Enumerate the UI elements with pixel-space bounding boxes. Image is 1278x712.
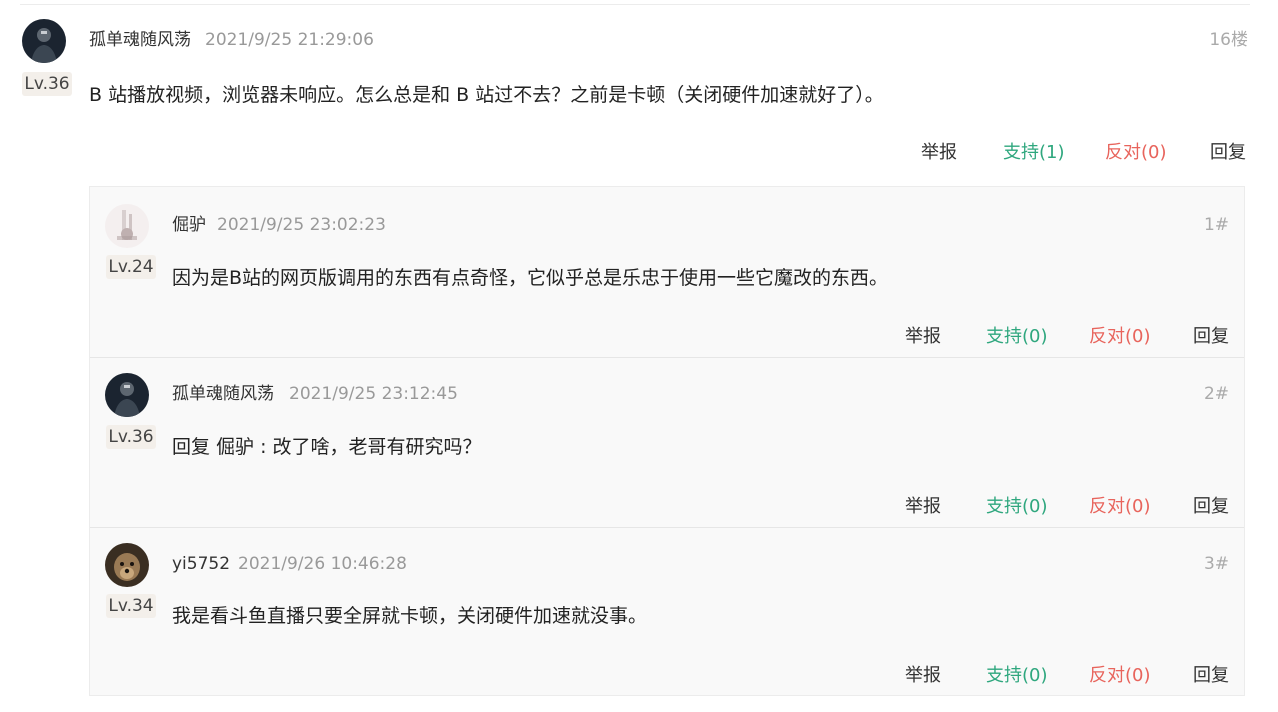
post-timestamp: 2021/9/25 23:02:23 (217, 215, 386, 235)
username[interactable]: 倔驴 (172, 213, 206, 237)
post-timestamp: 2021/9/25 21:29:06 (205, 30, 374, 50)
oppose-button[interactable]: 反对(0) (1105, 141, 1167, 165)
floor-number: 2# (1203, 384, 1229, 404)
reply-divider (90, 357, 1244, 358)
post-content: 因为是B站的网页版调用的东西有点奇怪，它似乎总是乐忠于使用一些它魔改的东西。 (172, 267, 889, 289)
post-content: 我是看斗鱼直播只要全屏就卡顿，关闭硬件加速就没事。 (172, 605, 648, 627)
reply-button[interactable]: 回复 (1193, 325, 1229, 349)
floor-number: 3# (1203, 554, 1229, 574)
level-badge: Lv.36 (22, 72, 72, 96)
avatar[interactable] (22, 19, 66, 63)
oppose-button[interactable]: 反对(0) (1089, 495, 1151, 519)
top-divider (20, 4, 1250, 5)
support-button[interactable]: 支持(1) (1003, 141, 1065, 165)
username[interactable]: 孤单魂随风荡 (89, 28, 191, 52)
floor-number: 1# (1203, 215, 1229, 235)
reply-button[interactable]: 回复 (1193, 495, 1229, 519)
avatar[interactable] (105, 543, 149, 587)
support-button[interactable]: 支持(0) (986, 325, 1048, 349)
level-badge: Lv.24 (106, 255, 156, 279)
support-button[interactable]: 支持(0) (986, 495, 1048, 519)
floor-number: 16楼 (1209, 30, 1248, 50)
report-button[interactable]: 举报 (905, 325, 941, 349)
avatar[interactable] (105, 373, 149, 417)
post-content: 回复 倔驴 : 改了啥，老哥有研究吗？ (172, 436, 482, 458)
username[interactable]: 孤单魂随风荡 (172, 382, 274, 406)
reply-button[interactable]: 回复 (1210, 141, 1246, 165)
report-button[interactable]: 举报 (921, 141, 957, 165)
report-button[interactable]: 举报 (905, 664, 941, 688)
post-content: B 站播放视频，浏览器未响应。怎么总是和 B 站过不去？之前是卡顿（关闭硬件加速… (89, 84, 884, 106)
oppose-button[interactable]: 反对(0) (1089, 325, 1151, 349)
reply-button[interactable]: 回复 (1193, 664, 1229, 688)
level-badge: Lv.36 (106, 425, 156, 449)
username[interactable]: yi5752 (172, 552, 230, 576)
post-timestamp: 2021/9/25 23:12:45 (289, 384, 458, 404)
reply-divider (90, 527, 1244, 528)
oppose-button[interactable]: 反对(0) (1089, 664, 1151, 688)
avatar[interactable] (105, 204, 149, 248)
level-badge: Lv.34 (106, 594, 156, 618)
support-button[interactable]: 支持(0) (986, 664, 1048, 688)
report-button[interactable]: 举报 (905, 495, 941, 519)
post-timestamp: 2021/9/26 10:46:28 (238, 554, 407, 574)
